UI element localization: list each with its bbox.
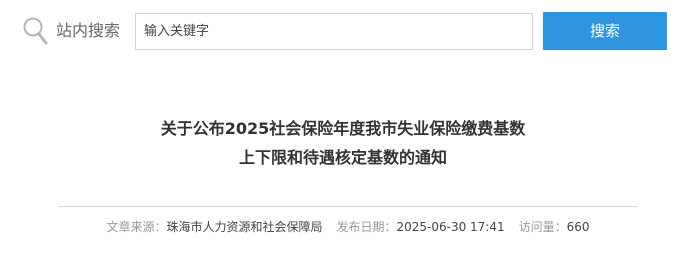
search-icon xyxy=(23,17,48,45)
views-label: 访问量： xyxy=(518,220,567,234)
article-title-line-1: 关于公布2025社会保险年度我市失业保险缴费基数 xyxy=(160,119,526,138)
date-label: 发布日期： xyxy=(336,220,397,234)
title-divider xyxy=(58,206,638,207)
search-label: 站内搜索 xyxy=(56,21,121,40)
search-button[interactable]: 搜索 xyxy=(543,12,667,50)
search-input[interactable] xyxy=(135,13,533,50)
source-label: 文章来源： xyxy=(106,220,167,234)
article-title: 关于公布2025社会保险年度我市失业保险缴费基数 上下限和待遇核定基数的通知 xyxy=(40,114,646,172)
search-bar: 站内搜索 搜索 xyxy=(0,0,686,64)
source-value: 珠海市人力资源和社会保障局 xyxy=(166,220,323,234)
article-title-line-2: 上下限和待遇核定基数的通知 xyxy=(238,148,447,167)
views-value: 660 xyxy=(566,220,590,234)
article-meta: 文章来源：珠海市人力资源和社会保障局 发布日期：2025-06-30 17:41 访… xyxy=(58,217,638,237)
date-value: 2025-06-30 17:41 xyxy=(396,220,505,234)
